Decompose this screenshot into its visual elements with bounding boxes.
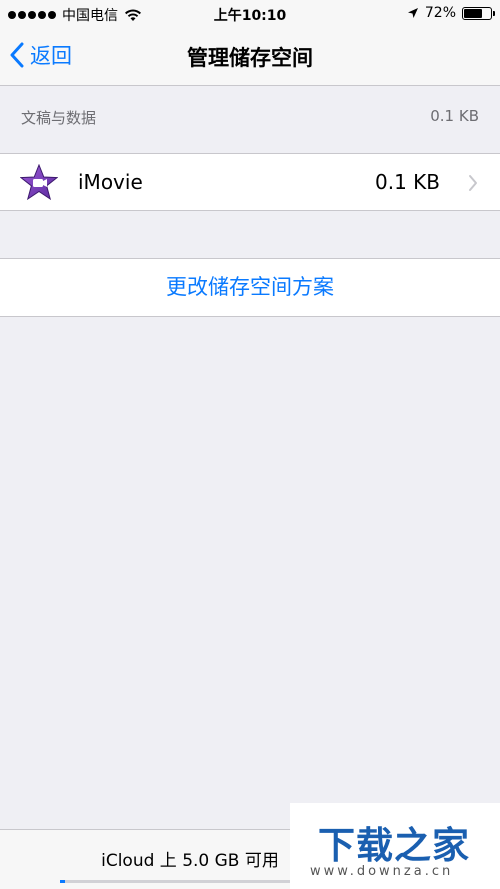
status-right: 72% (407, 5, 495, 21)
location-arrow-icon (407, 8, 418, 18)
section-header-label: 文稿与数据 (21, 109, 97, 127)
page-title: 管理储存空间 (187, 46, 313, 70)
app-size: 0.1 KB (375, 170, 440, 194)
battery-percent: 72% (424, 5, 456, 21)
battery-fill (464, 8, 483, 18)
storage-progress-fill (60, 880, 66, 883)
change-storage-plan-button[interactable]: 更改储存空间方案 (0, 258, 500, 317)
app-row-imovie[interactable]: iMovie 0.1 KB (0, 153, 500, 211)
chevron-right-icon (469, 175, 477, 191)
nav-bar: 返回 管理储存空间 (0, 28, 500, 86)
section-header: 文稿与数据 0.1 KB (0, 86, 500, 152)
watermark: 下载之家 www.downza.cn (290, 803, 500, 889)
imovie-star-icon (20, 164, 58, 201)
section-header-size: 0.1 KB (430, 107, 479, 125)
battery-icon (462, 6, 495, 20)
watermark-logo-text: 下载之家 (318, 824, 470, 867)
watermark-url: www.downza.cn (310, 864, 454, 879)
app-name: iMovie (78, 170, 143, 194)
status-bar: 中国电信 上午10:10 72% (0, 0, 500, 28)
